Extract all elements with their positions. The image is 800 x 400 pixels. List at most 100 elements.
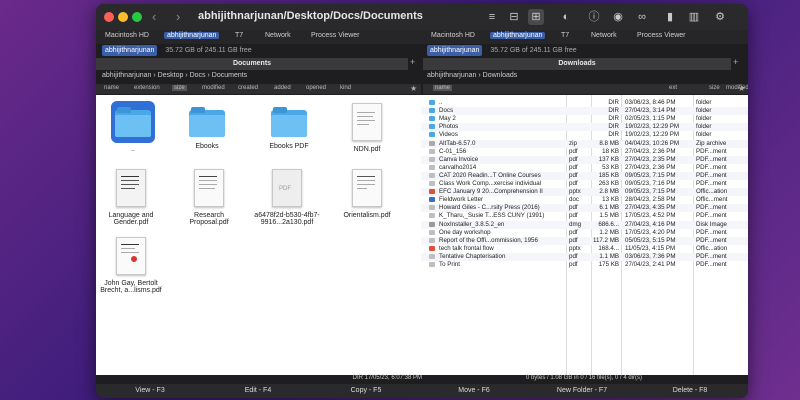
icon-item[interactable]: NDN.pdf — [332, 103, 402, 153]
icon-item[interactable]: Language and Gender.pdf — [96, 169, 166, 226]
left-add-tab-icon[interactable]: + — [410, 57, 415, 67]
crumb[interactable]: abhijithnarjunan — [427, 72, 476, 79]
col-name[interactable]: name — [104, 85, 119, 91]
new-folder-button[interactable]: New Folder - F7 — [528, 387, 636, 394]
icon-item[interactable]: .. — [98, 101, 168, 153]
cell-kind: folder — [696, 115, 712, 123]
move-button[interactable]: Move - F6 — [420, 387, 528, 394]
table-row[interactable]: C-01_156 pdf 18 KB 27/04/23, 2:36 PM PDF...m… — [421, 148, 748, 156]
cell-modified: 19/02/23, 12:29 PM — [625, 123, 680, 131]
fav-home[interactable]: abhijithnarjunan — [164, 32, 220, 39]
crumb[interactable]: abhijithnarjunan — [102, 72, 151, 79]
table-row[interactable]: AltTab-6.57.0 zip 8.8 MB 04/04/23, 10:26 PM… — [421, 139, 748, 148]
col-kind[interactable]: kind — [340, 85, 351, 91]
chevron-right-icon[interactable]: › — [176, 9, 180, 24]
icon-item[interactable]: Orientalism.pdf — [332, 169, 402, 219]
right-tab-downloads[interactable]: Downloads — [423, 58, 731, 70]
eye-icon[interactable]: ◉ — [610, 9, 626, 25]
cell-size: 1.5 MB — [599, 212, 619, 220]
cell-modified: 19/02/23, 12:29 PM — [625, 131, 680, 139]
star-icon[interactable]: ★ — [410, 84, 417, 93]
minimize-window-button[interactable] — [118, 12, 128, 22]
table-row[interactable]: tech talk frontal flow pptx 168.4... 11/05/… — [421, 245, 748, 253]
table-row[interactable]: K_Tharu,_Susie T...ESS CUNY (1991) pdf 1.5… — [421, 212, 748, 220]
table-row[interactable]: Howard Giles - C...rsity Press (2016) pdf… — [421, 204, 748, 213]
crumb[interactable]: Docs — [190, 72, 206, 79]
cell-ext: pdf — [569, 204, 578, 212]
info-icon[interactable]: ⓘ — [586, 9, 602, 25]
fav-process-viewer[interactable]: Process Viewer — [308, 32, 363, 39]
zoom-window-button[interactable] — [132, 12, 142, 22]
col-modified[interactable]: modified — [202, 85, 225, 91]
delete-button[interactable]: Delete - F8 — [636, 387, 744, 394]
cell-size: DIR — [608, 131, 619, 139]
table-row[interactable]: Photos DIR 19/02/23, 12:29 PM folder — [421, 123, 748, 132]
edit-button[interactable]: Edit - F4 — [204, 387, 312, 394]
copy-button[interactable]: Copy - F5 — [312, 387, 420, 394]
table-row[interactable]: .. DIR 03/06/23, 8:46 PM folder — [421, 99, 748, 107]
table-row[interactable]: carvalho2014 pdf 53 KB 27/04/23, 2:36 PM PDF… — [421, 164, 748, 172]
table-row[interactable]: Fieldwork Letter doc 13 KB 28/04/23, 2:58 P… — [421, 196, 748, 204]
gear-icon[interactable]: ⚙ — [712, 9, 728, 25]
col-added[interactable]: added — [274, 85, 291, 91]
right-add-tab-icon[interactable]: + — [733, 57, 738, 67]
cell-modified: 27/04/23, 2:35 PM — [625, 155, 676, 163]
col-ext[interactable]: ext — [669, 85, 677, 91]
cell-ext: pdf — [569, 236, 578, 244]
table-row[interactable]: One day workshop pdf 1.2 MB 17/05/23, 4:20 … — [421, 229, 748, 237]
panel-icon[interactable]: ▮ — [662, 9, 678, 25]
star-icon[interactable]: ★ — [738, 84, 745, 93]
columns-view-icon[interactable]: ⊟ — [506, 9, 522, 25]
icon-item[interactable]: John Gay, Bertolt Brecht, a...lisms.pdf — [96, 237, 166, 294]
cell-kind: PDF...ment — [696, 252, 727, 260]
cell-size: DIR — [608, 123, 619, 131]
fav-macintosh-hd-right[interactable]: Macintosh HD — [428, 32, 478, 39]
fav-macintosh-hd[interactable]: Macintosh HD — [102, 32, 152, 39]
cell-size: 8.8 MB — [599, 139, 619, 147]
cell-ext: doc — [569, 196, 579, 204]
list-view-icon[interactable]: ≡ — [484, 9, 500, 25]
col-size[interactable]: size — [709, 85, 720, 91]
crumb[interactable]: Documents — [212, 72, 247, 79]
right-drive-chip[interactable]: abhijithnarjunan — [427, 45, 483, 56]
left-tab-documents[interactable]: Documents — [96, 58, 408, 70]
table-row[interactable]: Class Work Comp...xercise individual pdf 2… — [421, 180, 748, 188]
table-row[interactable]: NoxInstaller_3.8.5.2_en dmg 686.6... 27/04/… — [421, 220, 748, 229]
fav-network[interactable]: Network — [262, 32, 294, 39]
table-row[interactable]: May 2 DIR 02/05/23, 1:15 PM folder — [421, 115, 748, 123]
fav-home-right[interactable]: abhijithnarjunan — [490, 32, 546, 39]
icon-item[interactable]: Ebooks PDF — [254, 107, 324, 150]
left-drive-chip[interactable]: abhijithnarjunan — [102, 45, 158, 56]
cell-size: 175 KB — [598, 261, 619, 268]
table-row[interactable]: To Print pdf 175 KB 27/04/23, 2:41 PM PDF...… — [421, 261, 748, 269]
col-created[interactable]: created — [238, 85, 258, 91]
table-row[interactable]: Docs DIR 27/04/23, 3:14 PM folder — [421, 107, 748, 116]
col-size[interactable]: size — [172, 85, 187, 91]
fav-network-right[interactable]: Network — [588, 32, 620, 39]
table-row[interactable]: CAT 2020 Readin...T Online Courses pdf 185… — [421, 171, 748, 180]
fav-process-viewer-right[interactable]: Process Viewer — [634, 32, 689, 39]
table-row[interactable]: Canva Invoice pdf 137 KB 27/04/23, 2:35 PM P… — [421, 155, 748, 164]
toggle-icon[interactable]: ◐ — [558, 9, 574, 25]
close-window-button[interactable] — [104, 12, 114, 22]
icon-view-icon[interactable]: ⊞ — [528, 9, 544, 25]
col-name[interactable]: name — [433, 85, 453, 91]
binoculars-icon[interactable]: ∞ — [634, 9, 650, 25]
favorites-bar: Macintosh HD abhijithnarjunan T7 Network… — [96, 30, 748, 44]
table-row[interactable]: Videos DIR 19/02/23, 12:29 PM folder — [421, 131, 748, 139]
col-extension[interactable]: extension — [134, 85, 160, 91]
chevron-left-icon[interactable]: ‹ — [152, 9, 156, 24]
fav-t7[interactable]: T7 — [232, 32, 246, 39]
split-view-icon[interactable]: ▥ — [686, 9, 702, 25]
crumb[interactable]: Downloads — [483, 72, 518, 79]
crumb[interactable]: Desktop — [158, 72, 184, 79]
icon-item[interactable]: Research Proposal.pdf — [174, 169, 244, 226]
view-button[interactable]: View - F3 — [96, 387, 204, 394]
icon-item[interactable]: PDF a6478f2d-b530-4fb7-9916...2a130.pdf — [252, 169, 322, 226]
col-opened[interactable]: opened — [306, 85, 326, 91]
icon-item[interactable]: Ebooks — [172, 107, 242, 150]
table-row[interactable]: Tentative Chapterisation pdf 1.1 MB 03/06/2… — [421, 252, 748, 261]
table-row[interactable]: Report of the Offi...ommission, 1956 pdf 1… — [421, 236, 748, 245]
fav-t7-right[interactable]: T7 — [558, 32, 572, 39]
table-row[interactable]: EFC January 9 20...Comprehension II pptx 2… — [421, 188, 748, 197]
